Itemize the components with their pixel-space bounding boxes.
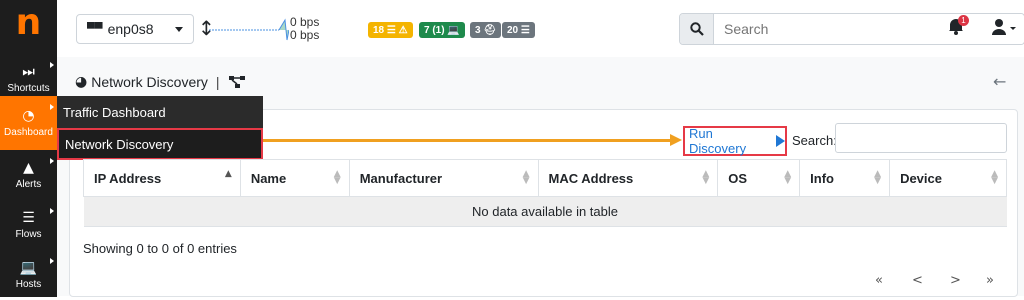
column-header-name[interactable]: Name ▲ ▼ xyxy=(239,159,350,197)
sort-icon: ▲ ▼ xyxy=(333,169,341,186)
back-arrow-icon[interactable]: ← xyxy=(993,72,1006,91)
column-header-device[interactable]: Device ▲ ▼ xyxy=(889,159,1007,197)
top-navbar: ▀▀ enp0s8 ↕ 0 bps 0 bps 18 ☰ ⚠ 7 (1) 💻 3… xyxy=(57,0,1024,57)
run-discovery-button[interactable]: Run Discovery xyxy=(683,126,787,156)
traffic-sparkline xyxy=(209,18,289,41)
sidebar: n ⏭ Shortcuts ◔ Dashboard ▲ Alerts ☰ Flo… xyxy=(0,0,57,297)
table-search-label: Search: xyxy=(792,133,837,148)
title-separator: | xyxy=(215,74,220,90)
menu-item-network-discovery[interactable]: Network Discovery xyxy=(57,128,263,160)
sidebar-item-flows[interactable]: ☰ Flows xyxy=(0,200,57,250)
search-button[interactable] xyxy=(680,14,714,44)
network-topology-icon[interactable] xyxy=(228,75,246,89)
list-icon: ☰ xyxy=(22,209,35,226)
sort-icon: ▲ ▼ xyxy=(522,169,530,186)
sidebar-item-hosts[interactable]: 💻 Hosts xyxy=(0,250,57,300)
global-search xyxy=(679,13,1024,45)
sort-icon: ▲ ▼ xyxy=(991,169,998,186)
hosts-badge[interactable]: 7 (1) 💻 xyxy=(419,22,465,38)
table-row: No data available in table xyxy=(83,196,1007,227)
sidebar-item-label: Alerts xyxy=(15,178,42,190)
annotation-arrow-head xyxy=(670,134,682,146)
chevron-down-icon xyxy=(175,27,183,32)
annotation-arrow xyxy=(263,139,675,142)
flows-badge[interactable]: 20 ☰ xyxy=(502,22,535,38)
interface-select[interactable]: ▀▀ enp0s8 xyxy=(76,14,194,44)
table-search-input[interactable] xyxy=(835,123,1007,153)
ethernet-icon: ▀▀ xyxy=(87,23,103,35)
sort-asc-icon: ▲ xyxy=(224,169,232,179)
column-header-os[interactable]: OS ▲ ▼ xyxy=(717,159,800,197)
sort-icon: ▲ ▼ xyxy=(874,169,882,186)
sort-icon: ▲ ▼ xyxy=(702,169,710,186)
sidebar-item-label: Flows xyxy=(15,228,42,240)
pager-previous[interactable]: < xyxy=(912,273,923,288)
throughput-readout: 0 bps 0 bps xyxy=(290,16,319,42)
pager-last[interactable]: » xyxy=(986,273,994,288)
dashboard-flyout-menu: Traffic Dashboard Network Discovery xyxy=(57,96,263,160)
caret-right-icon xyxy=(50,62,54,68)
column-header-manufacturer[interactable]: Manufacturer ▲ ▼ xyxy=(348,159,538,197)
search-input[interactable] xyxy=(714,14,1024,44)
notification-count-badge: 1 xyxy=(958,15,969,26)
laptop-icon: 💻 xyxy=(19,259,38,276)
caret-right-icon xyxy=(50,104,54,110)
sort-icon: ▲ ▼ xyxy=(784,169,792,186)
caret-right-icon xyxy=(50,208,54,214)
ntopng-logo[interactable]: n xyxy=(0,0,57,50)
sidebar-item-alerts[interactable]: ▲ Alerts xyxy=(0,150,57,200)
column-header-info[interactable]: Info ▲ ▼ xyxy=(799,159,890,197)
pager-first[interactable]: « xyxy=(875,273,883,288)
page-title: ◕ Network Discovery | xyxy=(75,73,246,91)
gauge-icon: ◔ xyxy=(22,107,35,124)
caret-right-icon xyxy=(50,158,54,164)
entries-info: Showing 0 to 0 of 0 entries xyxy=(83,241,237,256)
table-header-row: IP Address ▲ Name ▲ ▼ Manufacturer ▲ ▼ MAC Ad… xyxy=(83,159,1007,197)
fast-forward-icon: ⏭ xyxy=(22,63,35,80)
sidebar-item-label: Dashboard xyxy=(4,126,53,138)
sidebar-item-dashboard[interactable]: ◔ Dashboard xyxy=(0,96,57,150)
interface-name: enp0s8 xyxy=(107,21,154,37)
menu-item-traffic-dashboard[interactable]: Traffic Dashboard xyxy=(57,96,263,128)
alerts-badge[interactable]: 18 ☰ ⚠ xyxy=(368,22,413,38)
search-icon xyxy=(689,22,704,36)
pager-next[interactable]: > xyxy=(950,273,961,288)
empty-table-message: No data available in table xyxy=(83,196,1007,227)
column-header-ip-address[interactable]: IP Address ▲ xyxy=(83,159,241,197)
caret-right-icon xyxy=(50,258,54,264)
column-header-mac-address[interactable]: MAC Address ▲ ▼ xyxy=(537,159,718,197)
play-icon xyxy=(776,135,785,147)
sidebar-item-label: Shortcuts xyxy=(7,82,50,94)
run-discovery-label: Run Discovery xyxy=(689,126,747,156)
devices-badge[interactable]: 3 ⛑ xyxy=(470,22,502,38)
sidebar-item-label: Hosts xyxy=(15,278,42,290)
traffic-down: 0 bps xyxy=(290,28,320,42)
warning-icon: ▲ xyxy=(23,159,34,176)
gauge-icon: ◕ xyxy=(75,74,88,90)
page-title-text: Network Discovery xyxy=(91,74,208,90)
user-menu-icon[interactable] xyxy=(991,18,1017,36)
discovery-table: IP Address ▲ Name ▲ ▼ Manufacturer ▲ ▼ MAC Ad… xyxy=(83,159,1007,227)
